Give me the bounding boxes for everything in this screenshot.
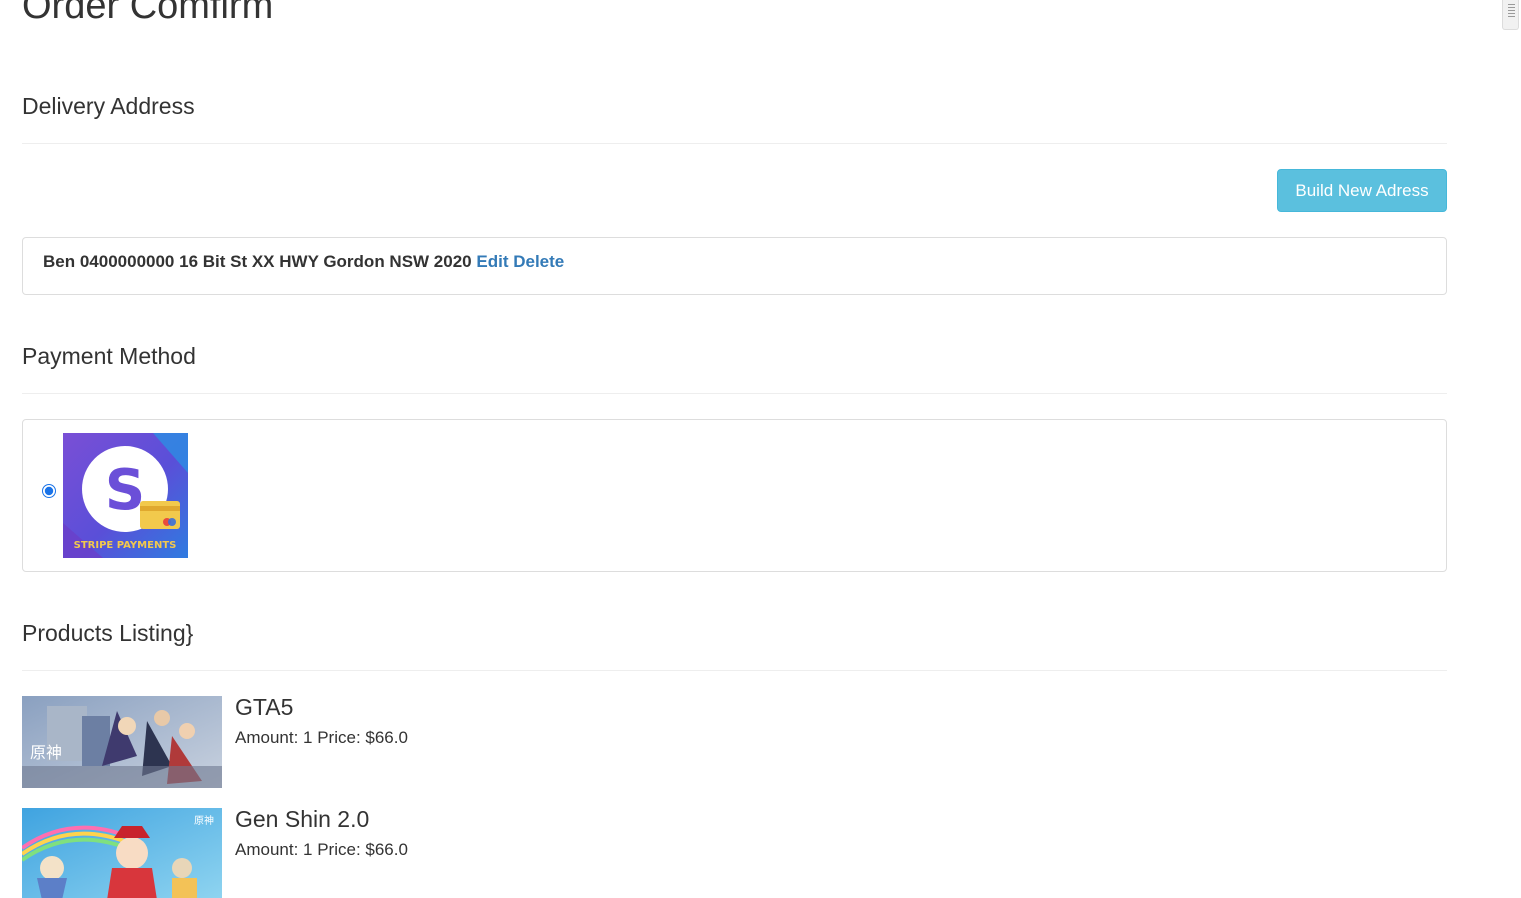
- edit-address-link[interactable]: Edit: [476, 252, 508, 271]
- build-new-address-button[interactable]: Build New Adress: [1277, 169, 1447, 212]
- svg-text:原神: 原神: [194, 814, 214, 827]
- address-panel: Ben 0400000000 16 Bit St XX HWY Gordon N…: [22, 237, 1447, 295]
- stripe-payments-logo[interactable]: S STRIPE PAYMENTS: [63, 433, 188, 558]
- product-item: 原神 Gen Shin 2.0 Amount: 1 Price: $66.0: [22, 806, 1447, 898]
- svg-text:STRIPE PAYMENTS: STRIPE PAYMENTS: [74, 540, 177, 551]
- delivery-address-heading: Delivery Address: [22, 93, 195, 119]
- delete-address-link[interactable]: Delete: [513, 252, 564, 271]
- product-meta: Amount: 1 Price: $66.0: [235, 728, 408, 747]
- product-thumbnail[interactable]: 原神: [22, 696, 222, 788]
- svg-text:S: S: [105, 458, 145, 523]
- payment-method-heading: Payment Method: [22, 343, 196, 369]
- product-item: 原神 GTA5 Amount: 1 Price: $66.0: [22, 694, 1447, 788]
- delivery-divider: [22, 143, 1447, 144]
- address-text: Ben 0400000000 16 Bit St XX HWY Gordon N…: [43, 252, 472, 271]
- page-title: Order Comfirm: [22, 0, 274, 27]
- payment-divider: [22, 393, 1447, 394]
- scrollbar-thumb[interactable]: [1502, 0, 1519, 30]
- product-thumbnail[interactable]: 原神: [22, 808, 222, 898]
- product-name: Gen Shin 2.0: [235, 806, 370, 832]
- products-divider: [22, 670, 1447, 671]
- product-name: GTA5: [235, 694, 294, 720]
- products-listing-heading: Products Listing}: [22, 620, 194, 646]
- stripe-payment-radio[interactable]: [42, 484, 56, 498]
- order-confirm-page: Order Comfirm Delivery Address Build New…: [0, 0, 1521, 898]
- svg-text:原神: 原神: [30, 743, 62, 762]
- payment-panel: S STRIPE PAYMENTS: [22, 419, 1447, 572]
- scrollbar-grip-icon: [1508, 4, 1515, 18]
- address-line: Ben 0400000000 16 Bit St XX HWY Gordon N…: [43, 251, 564, 273]
- product-meta: Amount: 1 Price: $66.0: [235, 840, 408, 859]
